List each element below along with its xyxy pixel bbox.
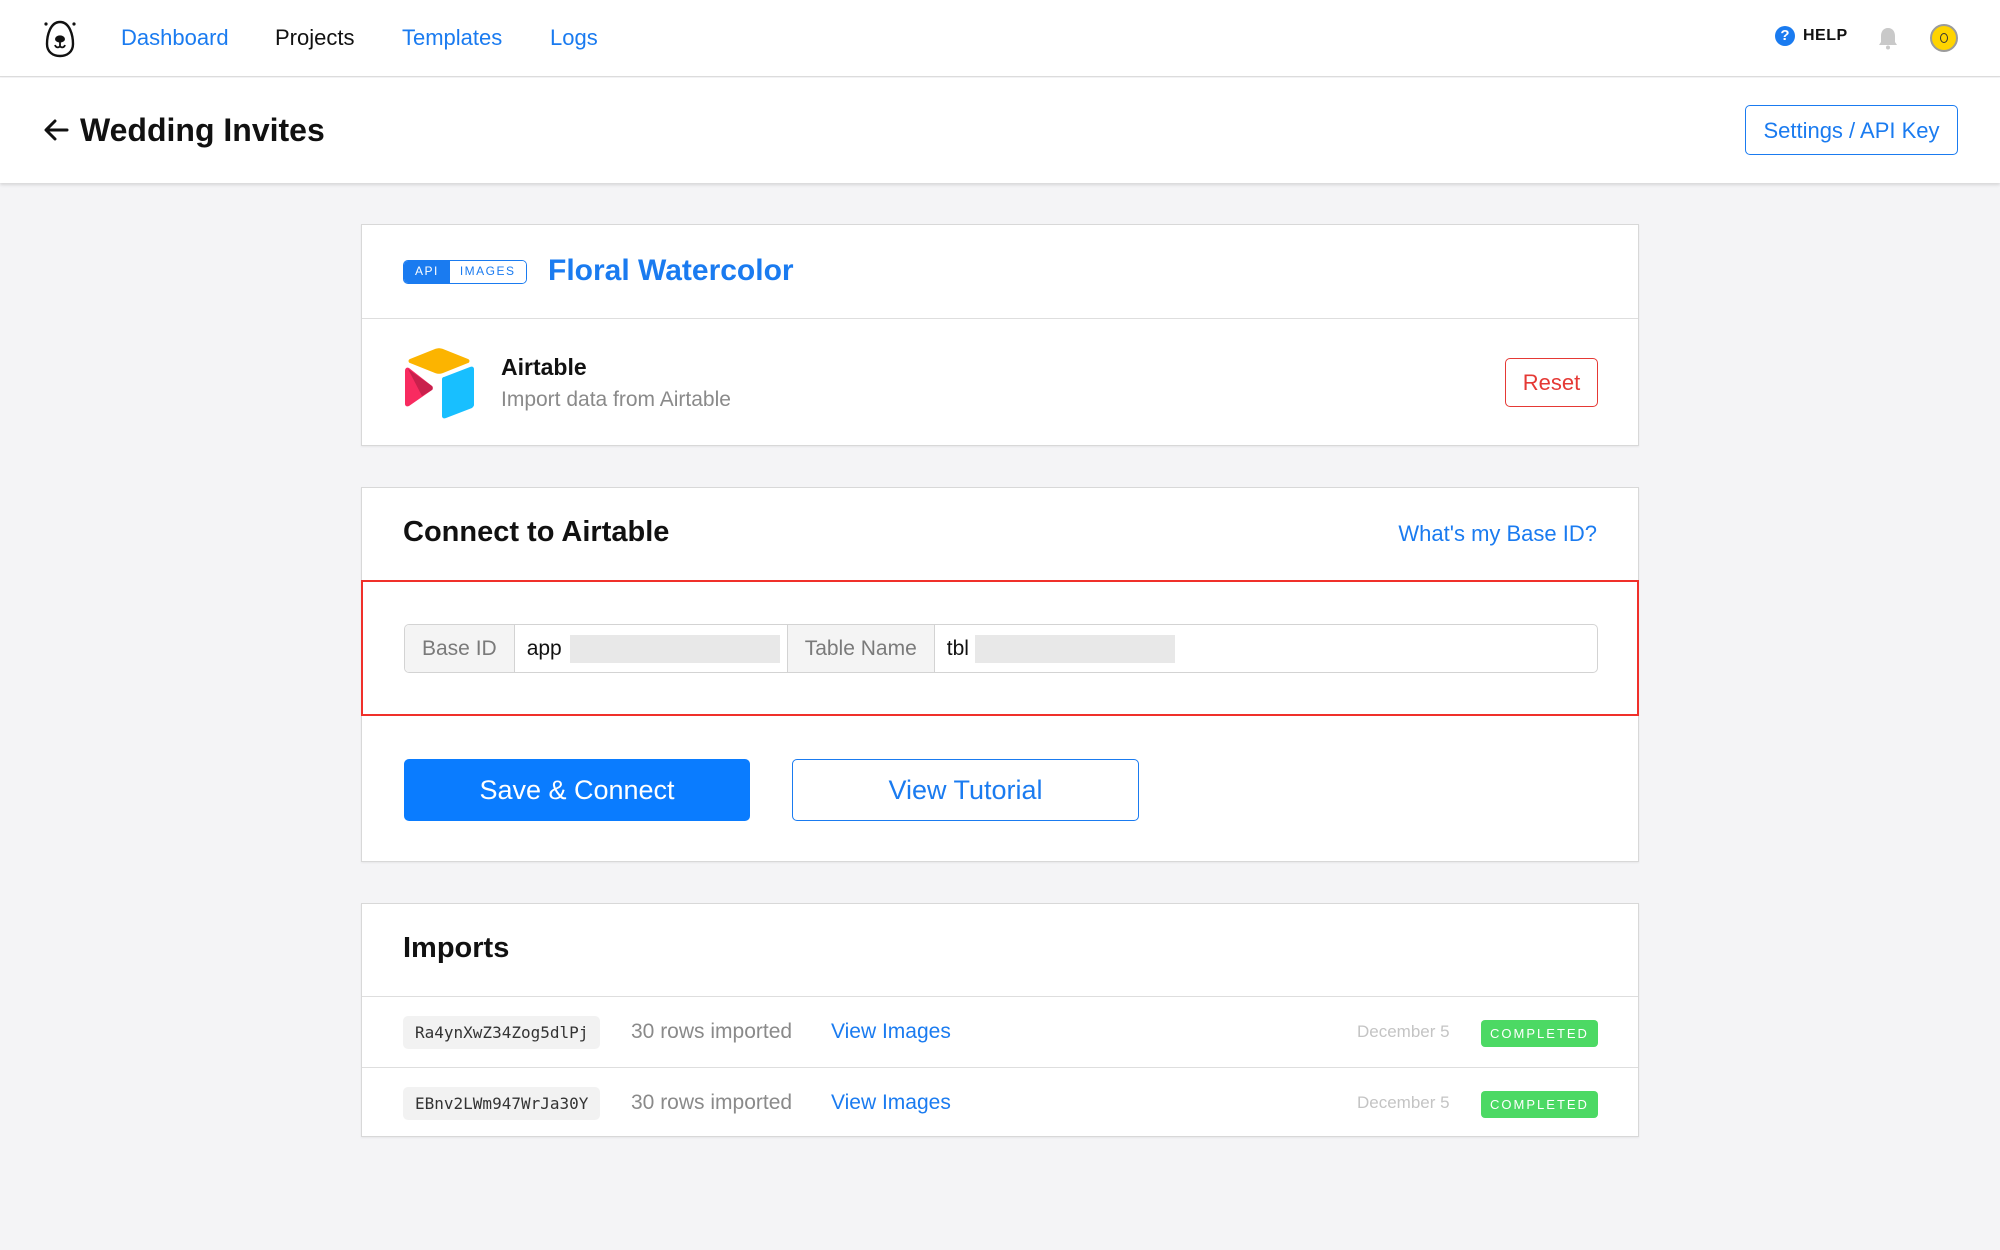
import-row: EBnv2LWm947WrJa30Y 30 rows imported View… — [362, 1068, 1638, 1138]
nav-templates[interactable]: Templates — [402, 25, 502, 51]
import-row: Ra4ynXwZ34Zog5dlPj 30 rows imported View… — [362, 997, 1638, 1067]
avatar-glyph-icon — [1940, 33, 1948, 43]
airtable-logo-icon — [405, 348, 474, 419]
help-button[interactable]: ? HELP — [1775, 26, 1848, 46]
base-id-input[interactable]: app — [515, 625, 787, 672]
import-id: EBnv2LWm947WrJa30Y — [403, 1087, 601, 1120]
template-type-badges: API IMAGES — [403, 260, 527, 284]
badge-api: API — [404, 261, 450, 283]
save-connect-button[interactable]: Save & Connect — [404, 759, 750, 821]
back-arrow-icon[interactable] — [43, 119, 69, 141]
integration-name: Airtable — [501, 354, 587, 380]
rows-imported-text: 30 rows imported — [631, 1091, 793, 1114]
bell-icon[interactable] — [1877, 26, 1899, 50]
view-tutorial-button[interactable]: View Tutorial — [792, 759, 1139, 821]
import-date: December 5 — [1357, 1022, 1450, 1041]
nav-projects[interactable]: Projects — [275, 25, 354, 51]
base-id-value: app — [526, 637, 562, 660]
rows-imported-text: 30 rows imported — [631, 1020, 793, 1043]
connect-airtable-card: Connect to Airtable What's my Base ID? B… — [361, 487, 1639, 862]
view-images-link[interactable]: View Images — [831, 1090, 951, 1116]
import-id: Ra4ynXwZ34Zog5dlPj — [403, 1016, 601, 1049]
base-id-label: Base ID — [405, 625, 515, 672]
page-title: Wedding Invites — [80, 112, 325, 148]
help-label: HELP — [1803, 27, 1848, 44]
badge-images: IMAGES — [449, 261, 526, 283]
base-id-help-link[interactable]: What's my Base ID? — [1398, 521, 1597, 547]
redacted-value — [974, 635, 1175, 663]
airtable-input-group: Base ID app Table Name tbl — [404, 624, 1598, 673]
imports-title: Imports — [403, 932, 510, 964]
table-name-value: tbl — [946, 637, 969, 660]
settings-api-key-button[interactable]: Settings / API Key — [1745, 105, 1958, 155]
template-integration-card: API IMAGES Floral Watercolor Airtable Im… — [361, 224, 1639, 446]
reset-button[interactable]: Reset — [1505, 358, 1598, 407]
user-avatar[interactable] — [1930, 24, 1958, 52]
template-name-link[interactable]: Floral Watercolor — [548, 253, 794, 289]
nav-dashboard[interactable]: Dashboard — [121, 25, 229, 51]
import-date: December 5 — [1357, 1093, 1450, 1112]
top-navbar: Dashboard Projects Templates Logs ? HELP — [0, 0, 2000, 77]
table-name-input[interactable]: tbl — [935, 625, 1597, 672]
bear-logo-icon[interactable] — [42, 18, 78, 58]
page-header: Wedding Invites Settings / API Key — [0, 78, 2000, 183]
view-images-link[interactable]: View Images — [831, 1019, 951, 1045]
redacted-value — [569, 635, 780, 663]
table-name-label: Table Name — [786, 625, 935, 672]
card-divider — [362, 318, 1638, 319]
connect-title: Connect to Airtable — [403, 516, 670, 548]
integration-description: Import data from Airtable — [501, 388, 731, 411]
status-badge: COMPLETED — [1481, 1091, 1598, 1118]
question-circle-icon: ? — [1775, 26, 1795, 46]
imports-card: Imports Ra4ynXwZ34Zog5dlPj 30 rows impor… — [361, 903, 1639, 1137]
status-badge: COMPLETED — [1481, 1020, 1598, 1047]
nav-logs[interactable]: Logs — [550, 25, 598, 51]
